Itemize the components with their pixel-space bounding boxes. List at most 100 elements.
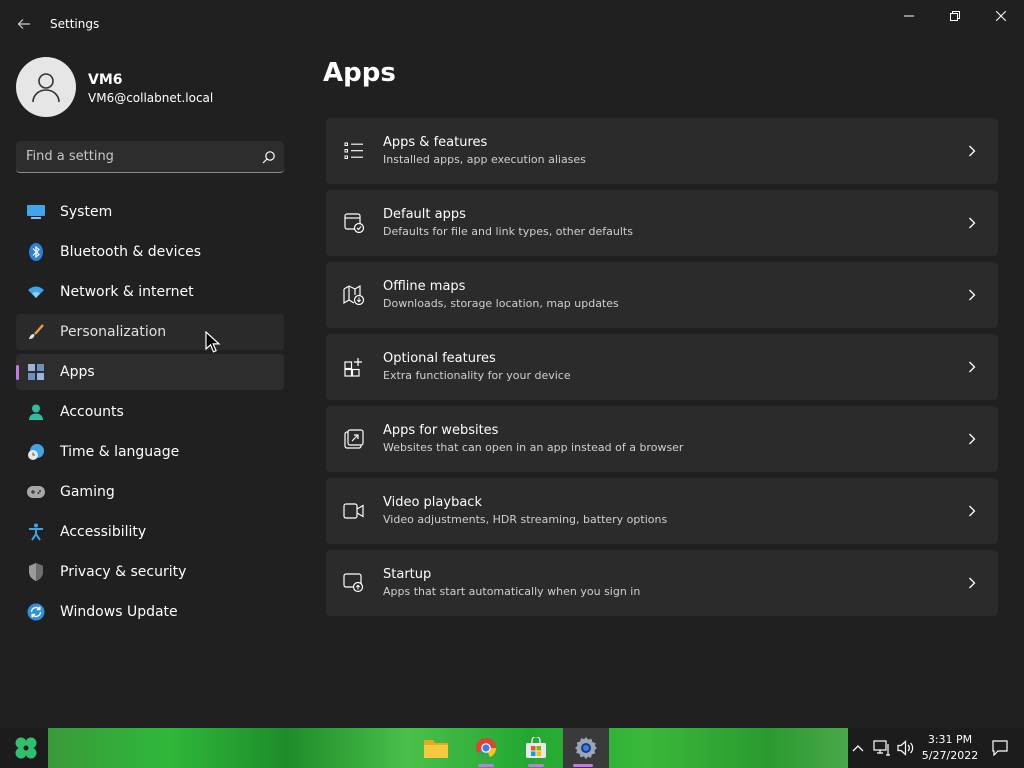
sidebar-item-label: Time & language [60, 444, 180, 460]
search-icon[interactable] [254, 142, 284, 172]
network-status-button[interactable] [872, 738, 892, 758]
sidebar-item-windows-update[interactable]: Windows Update [16, 594, 284, 630]
card-video-playback[interactable]: Video playback Video adjustments, HDR st… [326, 478, 998, 544]
chevron-right-icon [962, 501, 982, 521]
list-icon [342, 139, 366, 163]
wifi-icon [26, 282, 46, 302]
taskbar-file-explorer[interactable] [416, 728, 456, 768]
search-box[interactable] [16, 141, 284, 173]
card-title: Optional features [383, 351, 496, 366]
window-title: Settings [50, 17, 100, 31]
clock-time: 3:31 PM [927, 733, 973, 746]
map-download-icon [342, 283, 366, 307]
network-monitor-icon [873, 740, 890, 756]
card-subtitle: Installed apps, app execution aliases [383, 153, 586, 166]
card-apps-features[interactable]: Apps & features Installed apps, app exec… [326, 118, 998, 184]
gamepad-icon [26, 482, 46, 502]
card-title: Apps for websites [383, 423, 499, 438]
card-subtitle: Websites that can open in an app instead… [383, 441, 684, 454]
chevron-right-icon [962, 285, 982, 305]
card-subtitle: Extra functionality for your device [383, 369, 571, 382]
start-clover-icon [15, 737, 37, 759]
card-default-apps[interactable]: Default apps Defaults for file and link … [326, 190, 998, 256]
volume-button[interactable] [896, 738, 916, 758]
sidebar-item-accessibility[interactable]: Accessibility [16, 514, 284, 550]
system-icon [26, 202, 46, 222]
card-title: Startup [383, 567, 432, 582]
card-subtitle: Defaults for file and link types, other … [383, 225, 633, 238]
taskbar-store[interactable] [516, 728, 556, 768]
card-title: Default apps [383, 207, 466, 222]
sidebar-item-apps[interactable]: Apps [16, 354, 284, 390]
card-offline-maps[interactable]: Offline maps Downloads, storage location… [326, 262, 998, 328]
card-startup[interactable]: Startup Apps that start automatically wh… [326, 550, 998, 616]
clock-globe-icon [26, 442, 46, 462]
restore-button[interactable] [932, 0, 978, 32]
show-hidden-icons-button[interactable] [848, 738, 868, 758]
clock-date: 5/27/2022 [921, 749, 979, 762]
person-icon [26, 402, 46, 422]
taskbar-settings[interactable] [563, 728, 609, 768]
card-apps-for-websites[interactable]: Apps for websites Websites that can open… [326, 406, 998, 472]
start-button[interactable] [4, 728, 48, 768]
video-camera-icon [342, 499, 366, 523]
sidebar-item-label: Personalization [60, 324, 167, 340]
sidebar-item-label: Windows Update [60, 604, 178, 620]
page-title: Apps [323, 58, 396, 88]
startup-icon [342, 571, 366, 595]
sidebar-item-bluetooth-devices[interactable]: Bluetooth & devices [16, 234, 284, 270]
chevron-up-icon [852, 745, 864, 752]
apps-icon [26, 362, 46, 382]
card-subtitle: Apps that start automatically when you s… [383, 585, 641, 598]
notification-icon [992, 740, 1008, 756]
sidebar-item-label: Privacy & security [60, 564, 187, 580]
sidebar-item-personalization[interactable]: Personalization [16, 314, 284, 350]
search-input[interactable] [16, 149, 254, 164]
card-subtitle: Video adjustments, HDR streaming, batter… [383, 513, 668, 526]
sidebar-item-label: Gaming [60, 484, 115, 500]
sidebar-item-label: Network & internet [60, 284, 194, 300]
shield-icon [26, 562, 46, 582]
avatar[interactable] [16, 57, 76, 117]
close-button[interactable] [978, 0, 1024, 32]
add-grid-icon [342, 355, 366, 379]
card-title: Video playback [383, 495, 482, 510]
sidebar-item-network-internet[interactable]: Network & internet [16, 274, 284, 310]
taskbar-chrome[interactable] [466, 728, 506, 768]
sidebar-item-label: Accessibility [60, 524, 147, 540]
back-button[interactable] [12, 12, 36, 36]
sidebar-nav: System Bluetooth & devices Network & int… [16, 194, 284, 634]
sidebar-item-system[interactable]: System [16, 194, 284, 230]
restore-icon [950, 11, 960, 21]
speaker-icon [897, 740, 914, 756]
profile-name: VM6 [88, 72, 123, 88]
back-arrow-icon [17, 19, 30, 29]
accessibility-icon [26, 522, 46, 542]
card-title: Offline maps [383, 279, 466, 294]
sidebar-item-label: Bluetooth & devices [60, 244, 202, 260]
bluetooth-icon [26, 242, 46, 262]
close-icon [996, 11, 1006, 21]
chevron-right-icon [962, 357, 982, 377]
minimize-button[interactable] [886, 0, 932, 32]
minimize-icon [904, 15, 914, 17]
sidebar-item-label: Accounts [60, 404, 124, 420]
default-apps-icon [342, 211, 366, 235]
taskbar-clock[interactable]: 3:31 PM 5/27/2022 [918, 732, 982, 764]
notifications-button[interactable] [990, 738, 1010, 758]
sidebar-item-label: System [60, 204, 113, 220]
sidebar-item-time-language[interactable]: Time & language [16, 434, 284, 470]
taskbar: 3:31 PM 5/27/2022 [0, 728, 1024, 768]
sidebar-item-gaming[interactable]: Gaming [16, 474, 284, 510]
mouse-cursor-icon [205, 331, 221, 353]
chevron-right-icon [962, 213, 982, 233]
open-external-icon [342, 427, 366, 451]
sidebar-item-accounts[interactable]: Accounts [16, 394, 284, 430]
chevron-right-icon [962, 429, 982, 449]
card-title: Apps & features [383, 135, 488, 150]
sidebar-item-label: Apps [60, 364, 95, 380]
card-optional-features[interactable]: Optional features Extra functionality fo… [326, 334, 998, 400]
chevron-right-icon [962, 573, 982, 593]
sidebar-item-privacy-security[interactable]: Privacy & security [16, 554, 284, 590]
chevron-right-icon [962, 141, 982, 161]
